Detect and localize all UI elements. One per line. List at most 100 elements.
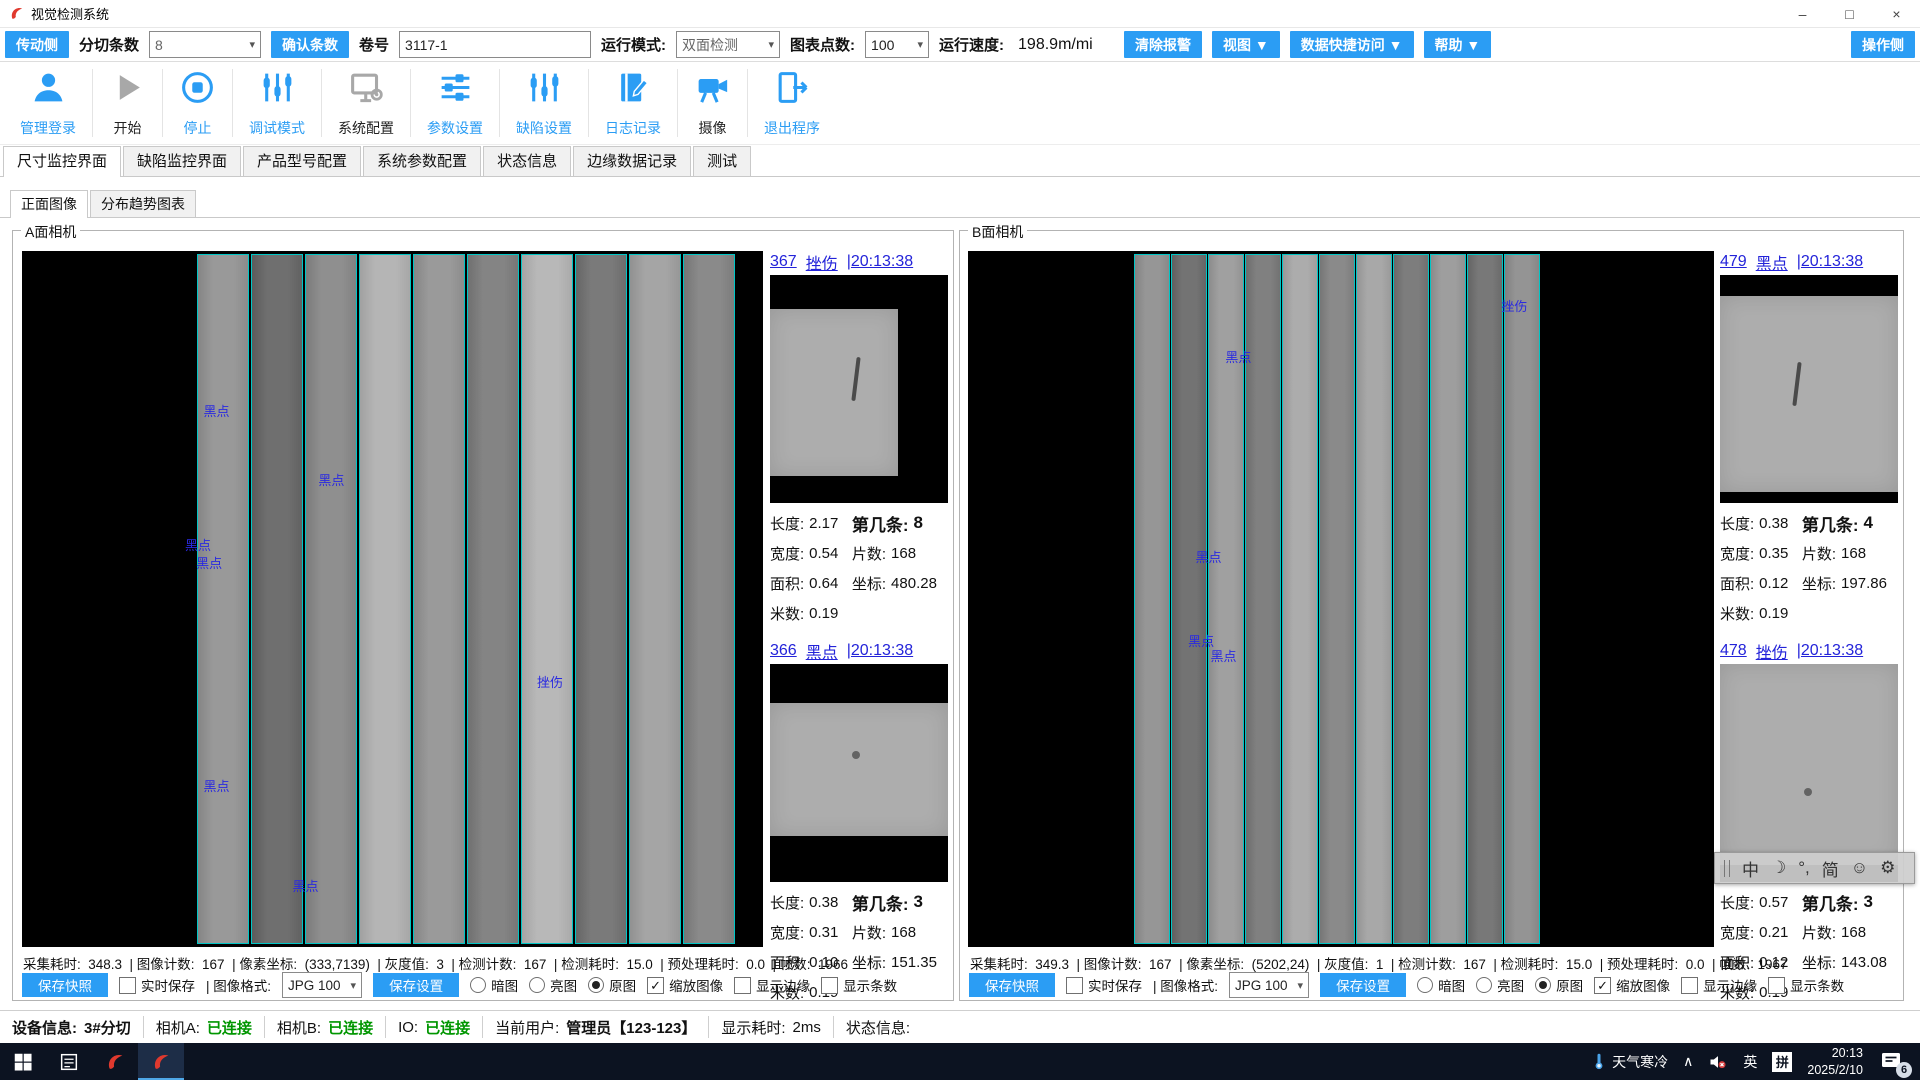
chart-points-select[interactable]: 100 ▾ <box>865 31 929 58</box>
save-snapshot-button[interactable]: 保存快照 <box>22 973 108 997</box>
checkbox-显示条数[interactable]: 显示条数 <box>821 975 897 995</box>
stat-value: 0.57 <box>1759 894 1788 911</box>
defect-time: |20:13:38 <box>1797 642 1863 660</box>
ribbon-button-label: 调试模式 <box>249 118 305 138</box>
view-menu-button[interactable]: 视图 ▼ <box>1212 31 1280 58</box>
ribbon-button-log[interactable]: 日志记录 <box>589 69 678 137</box>
emoji-icon[interactable]: ☺ <box>1851 858 1868 878</box>
checkbox-显示条数[interactable]: 显示条数 <box>1768 975 1844 995</box>
ribbon-button-sliders-h[interactable]: 参数设置 <box>411 69 500 137</box>
ribbon-button-user[interactable]: 管理登录 <box>4 69 93 137</box>
ime-drag-handle[interactable] <box>1724 860 1730 877</box>
image-format-select[interactable]: JPG 100▾ <box>1229 972 1309 998</box>
camera-image-b: 挫伤黑点黑点黑点黑点 <box>968 251 1714 947</box>
sub-tab-strip: 正面图像分布趋势图表 <box>0 189 1920 218</box>
defect-thumbnail <box>770 664 948 882</box>
ime-simplified-toggle[interactable]: 简 <box>1822 856 1839 881</box>
ime-punctuation-toggle[interactable]: °, <box>1798 858 1810 878</box>
ribbon-button-monitor-gear[interactable]: 系统配置 <box>322 69 411 137</box>
checkbox-缩放图像[interactable]: ✓缩放图像 <box>647 975 723 995</box>
camera-b-connected: 已连接 <box>328 1017 373 1038</box>
ribbon-button-sliders-v[interactable]: 调试模式 <box>233 69 322 137</box>
defect-mark <box>1804 788 1812 796</box>
stat: 米数:0.19 <box>770 598 852 628</box>
tab-5[interactable]: 状态信息 <box>483 146 571 176</box>
task-view-button[interactable] <box>46 1043 92 1080</box>
image-format-label: | 图像格式: <box>206 975 271 995</box>
ime-chinese-toggle[interactable]: 中 <box>1742 856 1759 881</box>
data-quick-access-button[interactable]: 数据快捷访问 ▼ <box>1290 31 1414 58</box>
stat <box>1802 598 1898 628</box>
defect-id: 479 <box>1720 253 1747 271</box>
maximize-button[interactable]: □ <box>1826 0 1873 27</box>
operate-side-button[interactable]: 操作侧 <box>1851 31 1915 58</box>
defect-card-header: 478挫伤|20:13:38 <box>1720 638 1898 664</box>
save-settings-button[interactable]: 保存设置 <box>373 973 459 997</box>
subtab-1[interactable]: 正面图像 <box>10 190 88 218</box>
tab-2[interactable]: 缺陷监控界面 <box>123 146 241 176</box>
ime-mode-indicator[interactable]: 拼 <box>1772 1052 1792 1072</box>
radio-原图[interactable]: 原图 <box>588 975 636 995</box>
radio-亮图[interactable]: 亮图 <box>529 975 577 995</box>
ribbon-button-stop[interactable]: 停止 <box>163 69 233 137</box>
confirm-count-button[interactable]: 确认条数 <box>271 31 349 58</box>
radio-暗图[interactable]: 暗图 <box>1417 975 1465 995</box>
tab-7[interactable]: 测试 <box>693 146 751 176</box>
save-snapshot-button[interactable]: 保存快照 <box>969 973 1055 997</box>
checkbox-显示边缘[interactable]: 显示边缘 <box>734 975 810 995</box>
radio-原图[interactable]: 原图 <box>1535 975 1583 995</box>
taskbar-app-icon-active[interactable] <box>138 1043 184 1080</box>
speaker-muted-icon[interactable] <box>1708 1052 1728 1072</box>
ribbon-button-play[interactable]: 开始 <box>93 69 163 137</box>
tab-1[interactable]: 尺寸监控界面 <box>3 146 121 177</box>
camera-icon <box>694 69 731 111</box>
defect-thumbnail <box>770 275 948 503</box>
moon-icon[interactable]: ☽ <box>1771 858 1786 878</box>
stat: 宽度:0.35 <box>1720 538 1802 568</box>
task-list-icon <box>58 1051 80 1073</box>
help-menu-button[interactable]: 帮助 ▼ <box>1424 31 1492 58</box>
defect-time: |20:13:38 <box>847 253 913 271</box>
weather-widget[interactable]: 天气寒冷 <box>1590 1052 1668 1072</box>
minimize-button[interactable]: – <box>1779 0 1826 27</box>
slit-count-select[interactable]: 8 ▾ <box>149 31 261 58</box>
drive-side-button[interactable]: 传动侧 <box>5 31 69 58</box>
tab-3[interactable]: 产品型号配置 <box>243 146 361 176</box>
checkbox-label: 实时保存 <box>141 975 195 995</box>
close-button[interactable]: × <box>1873 0 1920 27</box>
ribbon-button-exit[interactable]: 退出程序 <box>748 69 836 137</box>
chevron-down-icon: ▾ <box>769 38 775 51</box>
subtab-2[interactable]: 分布趋势图表 <box>90 190 196 217</box>
ribbon-button-camera[interactable]: 摄像 <box>678 69 748 137</box>
radio-亮图[interactable]: 亮图 <box>1476 975 1524 995</box>
gear-icon[interactable]: ⚙ <box>1880 858 1895 878</box>
run-mode-select[interactable]: 双面检测 ▾ <box>676 31 780 58</box>
language-indicator[interactable]: 英 <box>1743 1052 1757 1072</box>
taskbar-app-icon[interactable] <box>92 1043 138 1080</box>
tray-expand-chevron[interactable]: ∧ <box>1683 1053 1693 1070</box>
camera-a-connected: 已连接 <box>207 1017 252 1038</box>
taskbar-clock[interactable]: 20:13 2025/2/10 <box>1807 1045 1863 1078</box>
play-icon <box>109 69 146 111</box>
tab-4[interactable]: 系统参数配置 <box>363 146 481 176</box>
stat: 片数:168 <box>1802 917 1898 947</box>
stat: 第几条:8 <box>852 508 948 538</box>
save-settings-button[interactable]: 保存设置 <box>1320 973 1406 997</box>
realtime-save-checkbox[interactable]: 实时保存 <box>1066 975 1142 995</box>
stat-value: 0.38 <box>1759 515 1788 532</box>
roll-number-input[interactable]: 3117-1 <box>399 31 591 58</box>
stat-label: 第几条: <box>1802 890 1859 915</box>
camera-a-status: 相机A: 已连接 <box>144 1016 265 1038</box>
checkbox-显示边缘[interactable]: 显示边缘 <box>1681 975 1757 995</box>
notification-center-button[interactable]: 6 <box>1878 1049 1908 1075</box>
ribbon-button-sliders-v[interactable]: 缺陷设置 <box>500 69 589 137</box>
clear-alarm-button[interactable]: 清除报警 <box>1124 31 1202 58</box>
realtime-save-checkbox[interactable]: 实时保存 <box>119 975 195 995</box>
image-format-select[interactable]: JPG 100▾ <box>282 972 362 998</box>
checkbox-缩放图像[interactable]: ✓缩放图像 <box>1594 975 1670 995</box>
tab-6[interactable]: 边缘数据记录 <box>573 146 691 176</box>
radio-icon <box>529 977 545 993</box>
film-strip <box>1504 254 1540 944</box>
radio-暗图[interactable]: 暗图 <box>470 975 518 995</box>
start-button[interactable] <box>0 1043 46 1080</box>
